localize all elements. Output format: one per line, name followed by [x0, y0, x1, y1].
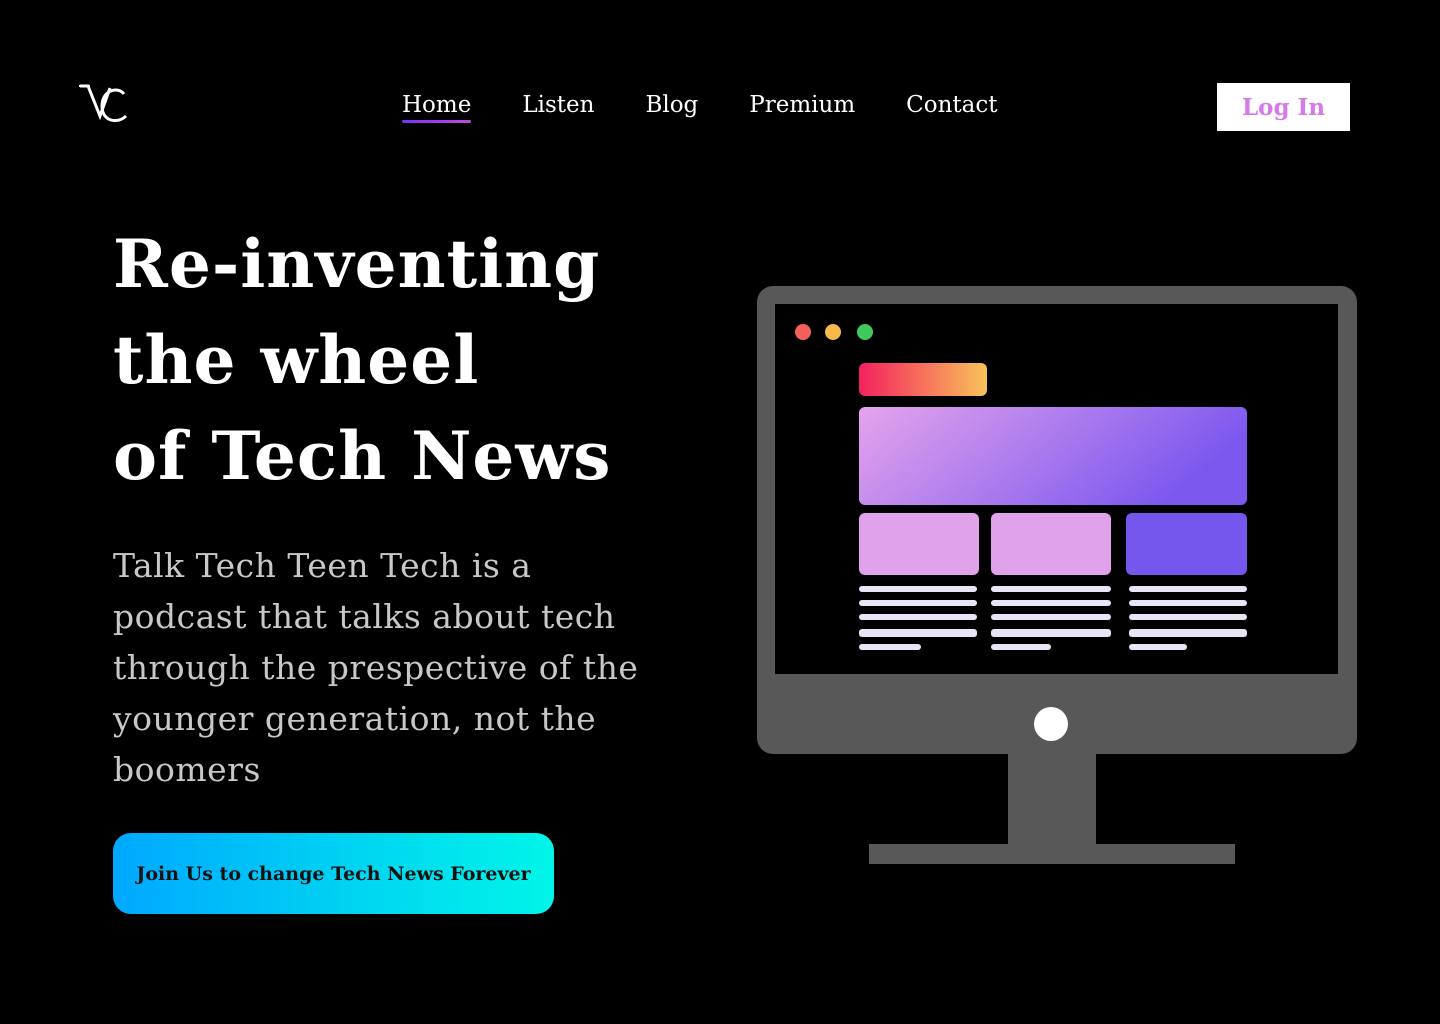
- mock-hero-card: [859, 407, 1247, 505]
- monitor-illustration: [757, 286, 1357, 866]
- nav-item-label: Home: [402, 92, 472, 118]
- nav-item-contact[interactable]: Contact: [906, 90, 997, 120]
- nav-item-home[interactable]: Home: [402, 90, 472, 123]
- window-dot-green: [857, 324, 873, 340]
- hero-description-line: younger generation, not the: [113, 699, 597, 738]
- nav-item-label: Listen: [522, 92, 595, 118]
- mock-banner: [859, 363, 987, 396]
- nav-item-listen[interactable]: Listen: [522, 90, 594, 120]
- hero-title: Re-inventing the wheel of Tech News: [113, 216, 611, 504]
- hero-description-line: Talk Tech Teen Tech is a: [113, 546, 532, 585]
- active-nav-indicator: [402, 120, 472, 123]
- mock-card: [859, 513, 979, 575]
- join-us-button[interactable]: Join Us to change Tech News Forever: [113, 833, 554, 914]
- monitor-stand-base: [869, 844, 1235, 864]
- nav-item-premium[interactable]: Premium: [749, 90, 855, 120]
- desktop-monitor-icon: [757, 286, 1357, 864]
- hero-description-line: through the prespective of the: [113, 648, 639, 687]
- hero-description-line: podcast that talks about tech: [113, 597, 616, 636]
- mock-card: [1126, 513, 1247, 575]
- vc-monogram-icon: [79, 84, 128, 123]
- nav-item-blog[interactable]: Blog: [645, 90, 698, 120]
- nav-item-label: Premium: [749, 92, 856, 118]
- hero-title-line: Re-inventing: [113, 225, 601, 303]
- login-button[interactable]: Log In: [1217, 83, 1350, 131]
- window-dot-red: [795, 324, 811, 340]
- nav-item-label: Contact: [906, 92, 998, 118]
- hero-description: Talk Tech Teen Tech is a podcast that ta…: [113, 540, 713, 795]
- hero-description-line: boomers: [113, 750, 261, 789]
- nav-item-label: Blog: [645, 92, 699, 118]
- mock-card: [991, 513, 1111, 575]
- power-button-icon: [1034, 707, 1068, 741]
- window-dot-yellow: [825, 324, 841, 340]
- main-nav: Home Listen Blog Premium Contact: [402, 90, 997, 123]
- hero-title-line: the wheel: [113, 321, 480, 399]
- hero-title-line: of Tech News: [113, 417, 612, 495]
- monitor-stand-neck: [1008, 746, 1096, 848]
- vc-logo[interactable]: [78, 80, 130, 128]
